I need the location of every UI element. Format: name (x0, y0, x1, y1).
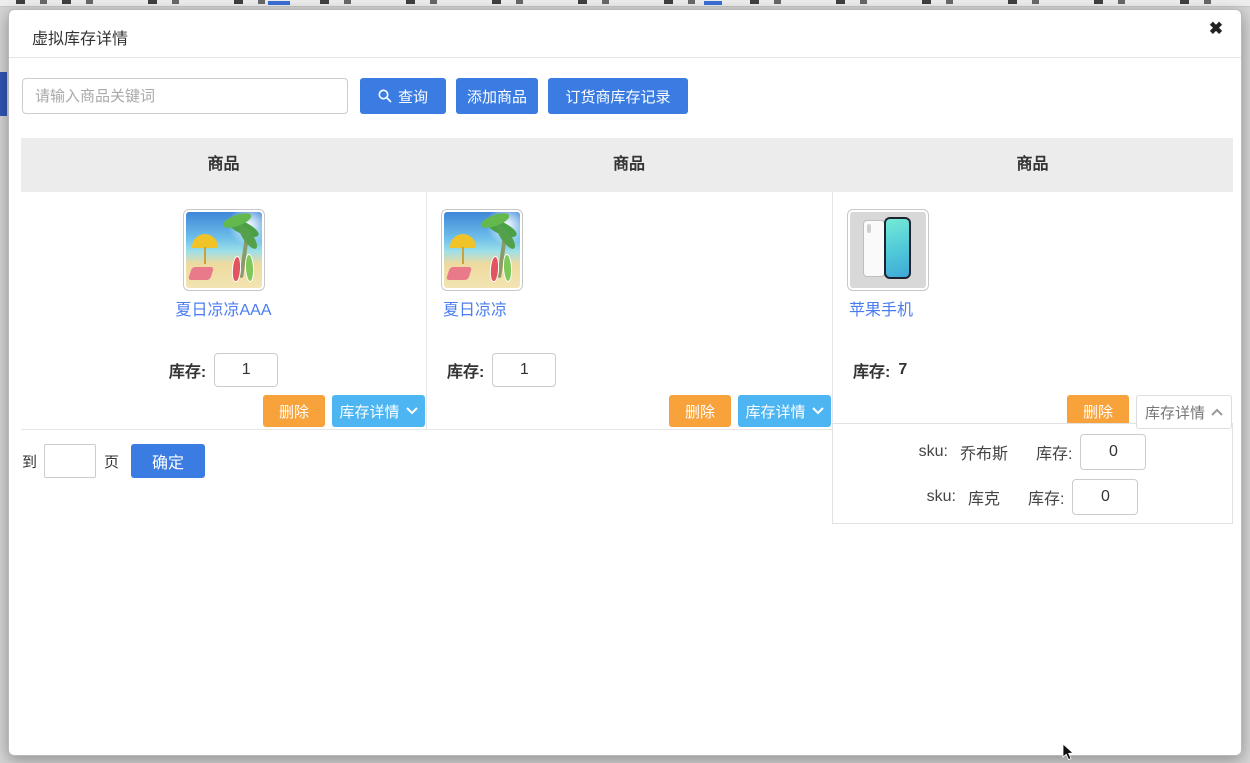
add-product-button[interactable]: 添加商品 (456, 78, 538, 114)
sku-row: sku: 乔布斯 库存: (833, 434, 1232, 470)
phone-image (850, 212, 926, 288)
product-1-thumbnail[interactable] (183, 209, 265, 291)
topbar-text-fragment (704, 1, 722, 5)
chevron-up-icon (1211, 408, 1223, 416)
umbrella-icon (450, 234, 476, 248)
beach-chair-icon (446, 267, 472, 280)
beach-chair-icon (187, 267, 213, 280)
product-1-stock-input[interactable] (214, 353, 278, 387)
table-header-row: 商品 商品 商品 (21, 138, 1233, 192)
product-cell-1: 夏日凉凉AAA 库存: 删除 库存详情 (21, 192, 426, 429)
go-to-label: 到 (22, 451, 37, 472)
stock-detail-label: 库存详情 (1145, 402, 1205, 423)
umbrella-icon (192, 234, 218, 248)
stock-line: 库存: (427, 353, 832, 387)
phone-back-icon (863, 220, 885, 277)
sku-label: sku: (919, 443, 948, 461)
table-header-product-1: 商品 (21, 138, 426, 192)
sku-2-stock-input[interactable] (1072, 479, 1138, 515)
sku-label: sku: (927, 488, 956, 506)
stock-detail-label: 库存详情 (339, 401, 399, 422)
row-buttons: 删除 库存详情 (21, 395, 426, 427)
beach-image (444, 212, 520, 288)
stock-line: 库存: (21, 353, 426, 387)
background-sidebar-active-item (0, 72, 7, 116)
sku-name: 乔布斯 (960, 440, 1008, 464)
product-3-sku-panel: sku: 乔布斯 库存: sku: 库克 库存: (832, 423, 1233, 524)
product-3-name-link[interactable]: 苹果手机 (833, 296, 1233, 320)
stock-line: 库存: 7 (833, 353, 1233, 387)
table-header-product-2: 商品 (426, 138, 832, 192)
product-3-stock-detail-button[interactable]: 库存详情 (1136, 395, 1232, 429)
beach-image (186, 212, 262, 288)
sku-name: 库克 (968, 485, 1000, 509)
page-number-input[interactable] (44, 444, 96, 478)
page-label: 页 (104, 451, 119, 472)
sku-stock-label: 库存: (1036, 440, 1072, 464)
surfboard-icon (244, 254, 254, 282)
product-3-stock-value: 7 (898, 361, 907, 379)
dialog-header: 虚拟库存详情 ✖ (9, 10, 1241, 58)
product-1-delete-button[interactable]: 删除 (263, 395, 325, 427)
umbrella-pole-icon (204, 247, 206, 264)
product-1-name-link[interactable]: 夏日凉凉AAA (21, 296, 426, 320)
chevron-down-icon (406, 407, 418, 415)
product-cell-3: 苹果手机 库存: 7 删除 库存详情 (832, 192, 1233, 429)
dialog-title: 虚拟库存详情 (32, 25, 128, 49)
umbrella-pole-icon (462, 247, 464, 264)
row-buttons: 删除 库存详情 (427, 395, 832, 427)
stock-label: 库存: (447, 358, 484, 382)
product-3-thumbnail[interactable] (847, 209, 929, 291)
table-header-product-3: 商品 (832, 138, 1233, 192)
search-input[interactable] (22, 78, 348, 114)
sku-row: sku: 库克 库存: (833, 479, 1232, 515)
search-icon (378, 89, 392, 103)
virtual-stock-dialog: 虚拟库存详情 ✖ 查询 添加商品 订货商库存记录 商品 商品 商品 (8, 9, 1242, 756)
stock-detail-label: 库存详情 (745, 401, 805, 422)
sku-stock-label: 库存: (1028, 485, 1064, 509)
product-cell-2: 夏日凉凉 库存: 删除 库存详情 (426, 192, 832, 429)
phone-front-icon (884, 217, 911, 279)
product-2-delete-button[interactable]: 删除 (669, 395, 731, 427)
query-button-label: 查询 (398, 86, 428, 107)
product-2-thumbnail[interactable] (441, 209, 523, 291)
toolbar: 查询 添加商品 订货商库存记录 (22, 78, 688, 114)
mouse-cursor (1062, 744, 1078, 762)
close-icon[interactable]: ✖ (1204, 17, 1228, 41)
table-row: 夏日凉凉AAA 库存: 删除 库存详情 (21, 192, 1233, 430)
product-2-stock-input[interactable] (492, 353, 556, 387)
stock-label: 库存: (853, 358, 890, 382)
confirm-button[interactable]: 确定 (131, 444, 205, 478)
product-2-stock-detail-button[interactable]: 库存详情 (738, 395, 831, 427)
product-table: 商品 商品 商品 (21, 138, 1233, 430)
surfboard-icon (231, 256, 242, 283)
background-page-topbar (0, 0, 1250, 7)
stock-label: 库存: (169, 358, 206, 382)
sku-1-stock-input[interactable] (1080, 434, 1146, 470)
pagination: 到 页 确定 (22, 444, 205, 478)
supplier-stock-record-button[interactable]: 订货商库存记录 (548, 78, 688, 114)
chevron-down-icon (812, 407, 824, 415)
surfboard-icon (502, 254, 512, 282)
product-2-name-link[interactable]: 夏日凉凉 (427, 296, 832, 320)
topbar-text-fragment (268, 1, 290, 5)
surfboard-icon (489, 256, 500, 283)
query-button[interactable]: 查询 (360, 78, 446, 114)
product-1-stock-detail-button[interactable]: 库存详情 (332, 395, 425, 427)
